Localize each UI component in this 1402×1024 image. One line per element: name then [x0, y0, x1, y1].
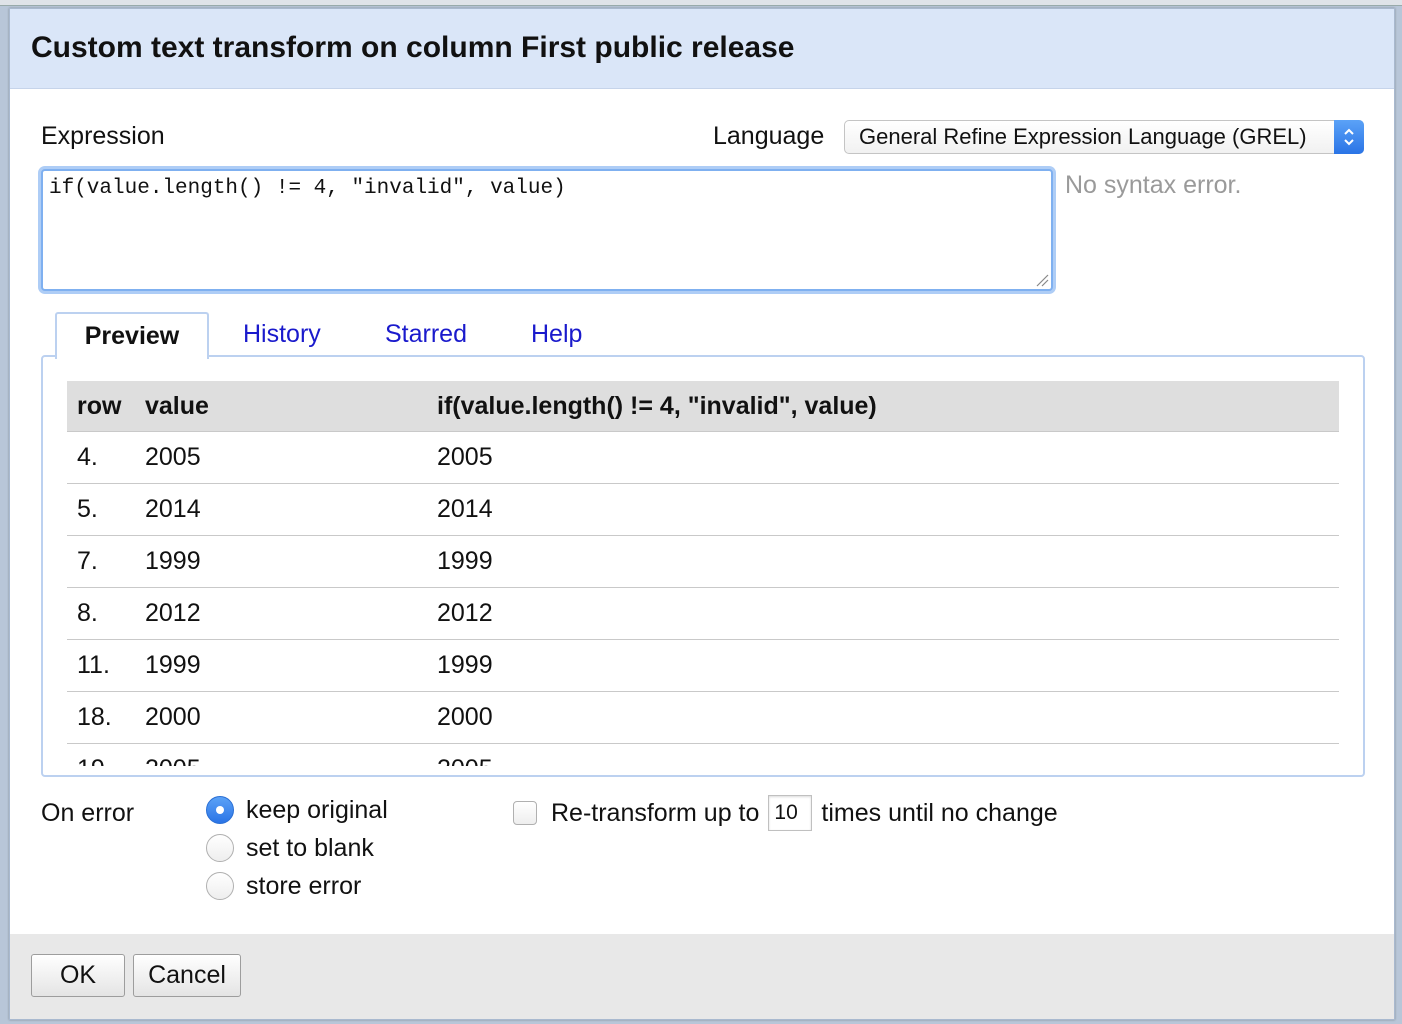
cancel-button[interactable]: Cancel: [133, 954, 241, 997]
row-number: 19.: [67, 755, 135, 766]
header-value: value: [145, 391, 209, 420]
row-result: 2014: [437, 495, 493, 523]
row-value: 1999: [145, 651, 201, 679]
retransform-option: Re-transform up to 10 times until no cha…: [513, 795, 1058, 831]
row-value: 2005: [135, 755, 427, 766]
row-number: 4.: [77, 443, 98, 471]
radio-set-to-blank[interactable]: set to blank: [206, 833, 374, 863]
tab-starred[interactable]: Starred: [385, 312, 467, 357]
row-result: 2005: [427, 755, 1339, 766]
row-number: 11.: [77, 651, 110, 679]
retransform-checkbox[interactable]: [513, 801, 537, 825]
retransform-prefix: Re-transform up to: [551, 798, 760, 827]
header-expression: if(value.length() != 4, "invalid", value…: [437, 391, 877, 420]
ok-button[interactable]: OK: [31, 954, 125, 997]
tab-preview[interactable]: Preview: [55, 312, 209, 359]
background-window-strip: [0, 0, 1402, 6]
radio-unchecked-icon[interactable]: [206, 834, 234, 862]
language-select[interactable]: General Refine Expression Language (GREL…: [844, 120, 1364, 154]
tab-help[interactable]: Help: [531, 312, 582, 357]
dialog-footer: OK Cancel: [10, 934, 1394, 1019]
preview-panel: row value if(value.length() != 4, "inval…: [41, 355, 1365, 777]
radio-keep-original[interactable]: keep original: [206, 795, 388, 825]
table-row: 5. 2014 2014: [67, 483, 1339, 535]
row-value: 2012: [145, 599, 201, 627]
expression-label: Expression: [41, 122, 165, 150]
table-row: 4. 2005 2005: [67, 431, 1339, 483]
retransform-times-input[interactable]: 10: [768, 795, 813, 831]
table-header: row value if(value.length() != 4, "inval…: [67, 381, 1339, 431]
row-result: 2000: [437, 703, 493, 731]
radio-checked-icon[interactable]: [206, 796, 234, 824]
preview-table[interactable]: row value if(value.length() != 4, "inval…: [67, 381, 1339, 766]
chevron-updown-icon: [1344, 128, 1354, 146]
language-label: Language: [713, 122, 825, 150]
expression-text: if(value.length() != 4, "invalid", value…: [49, 177, 566, 200]
radio-label: set to blank: [246, 833, 374, 862]
dialog-title: Custom text transform on column First pu…: [31, 31, 795, 64]
table-row: 19. 2005 2005: [67, 743, 1339, 766]
language-selected-value: General Refine Expression Language (GREL…: [859, 124, 1307, 149]
on-error-label: On error: [41, 799, 135, 827]
expression-textarea[interactable]: if(value.length() != 4, "invalid", value…: [41, 169, 1053, 291]
syntax-status: No syntax error.: [1065, 171, 1242, 199]
row-number: 8.: [77, 599, 98, 627]
table-row: 18. 2000 2000: [67, 691, 1339, 743]
table-row: 11. 1999 1999: [67, 639, 1339, 691]
row-value: 2014: [145, 495, 201, 523]
row-result: 1999: [437, 547, 493, 575]
radio-label: store error: [246, 871, 362, 900]
tab-history[interactable]: History: [243, 312, 321, 357]
row-number: 18.: [77, 703, 112, 731]
radio-store-error[interactable]: store error: [206, 871, 361, 901]
header-row: row: [77, 391, 122, 420]
dialog-header: Custom text transform on column First pu…: [10, 9, 1394, 89]
radio-label: keep original: [246, 795, 388, 824]
row-value: 2005: [145, 443, 201, 471]
resize-grip-icon[interactable]: [1035, 273, 1049, 287]
row-value: 2000: [145, 703, 201, 731]
retransform-suffix: times until no change: [821, 798, 1058, 827]
table-row: 8. 2012 2012: [67, 587, 1339, 639]
row-number: 5.: [77, 495, 98, 523]
row-number: 7.: [77, 547, 98, 575]
select-updown-icon: [1334, 120, 1364, 154]
row-result: 2005: [437, 443, 493, 471]
radio-unchecked-icon[interactable]: [206, 872, 234, 900]
custom-text-transform-dialog: Custom text transform on column First pu…: [9, 8, 1395, 1020]
table-row: 7. 1999 1999: [67, 535, 1339, 587]
row-result: 2012: [437, 599, 493, 627]
row-value: 1999: [145, 547, 201, 575]
row-result: 1999: [437, 651, 493, 679]
